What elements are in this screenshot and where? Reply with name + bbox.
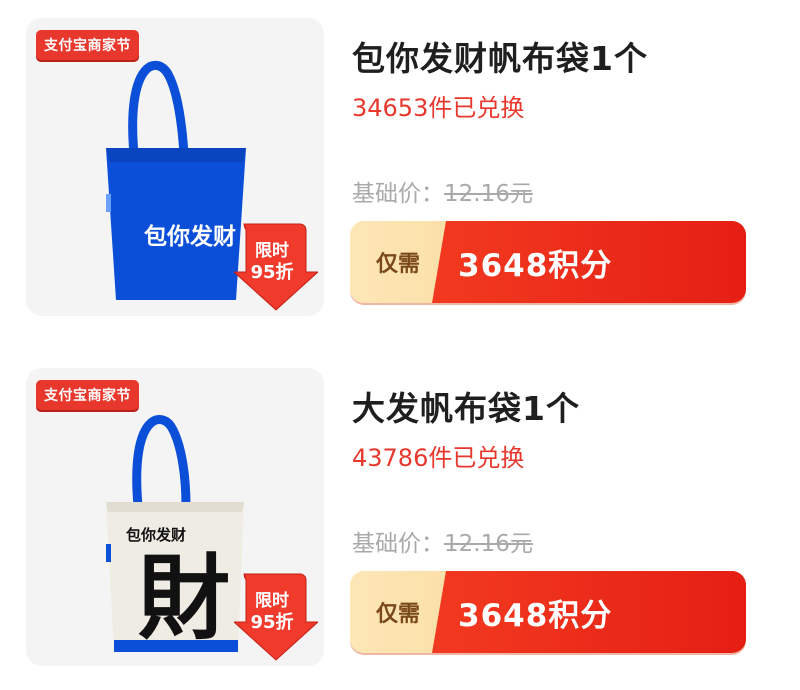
redeem-button[interactable]: 仅需 3648积分 [350, 221, 746, 303]
exchanged-count: 34653件已兑换 [352, 94, 525, 122]
exchanged-count: 43786件已兑换 [352, 444, 525, 472]
bag-print-text: 包你发财 [144, 223, 236, 250]
bag-print-text: 包你发财 [126, 526, 186, 544]
product-title: 大发帆布袋1个 [352, 389, 580, 428]
base-price-value: 12.16元 [444, 181, 533, 207]
limited-discount-badge: 限时 95折 [234, 572, 318, 662]
product-title: 包你发财帆布袋1个 [352, 39, 648, 78]
product-image[interactable]: 支付宝商家节 包你发财 限时 95折 [26, 18, 324, 316]
base-price-value: 12.16元 [444, 531, 533, 557]
redeem-points: 3648积分 [432, 221, 746, 303]
product-image[interactable]: 支付宝商家节 包你发财 財 限时 95折 [26, 368, 324, 666]
bag-big-character: 財 [138, 544, 230, 652]
limited-discount-badge: 限时 95折 [234, 222, 318, 312]
base-price: 基础价：12.16元 [352, 524, 533, 558]
base-price-label: 基础价： [352, 181, 444, 207]
product-card[interactable]: 支付宝商家节 包你发财 限时 95折 包你发财帆布袋1个 34653件已兑换 基… [0, 18, 800, 318]
redeem-prefix: 仅需 [375, 252, 420, 277]
redeem-points: 3648积分 [432, 571, 746, 653]
base-price-label: 基础价： [352, 531, 444, 557]
product-card[interactable]: 支付宝商家节 包你发财 財 限时 95折 大发帆布袋1个 43786件已兑换 基… [0, 368, 800, 668]
redeem-button[interactable]: 仅需 3648积分 [350, 571, 746, 653]
redeem-prefix: 仅需 [375, 602, 420, 627]
base-price: 基础价：12.16元 [352, 174, 533, 208]
product-list: 支付宝商家节 包你发财 限时 95折 包你发财帆布袋1个 34653件已兑换 基… [0, 0, 800, 690]
